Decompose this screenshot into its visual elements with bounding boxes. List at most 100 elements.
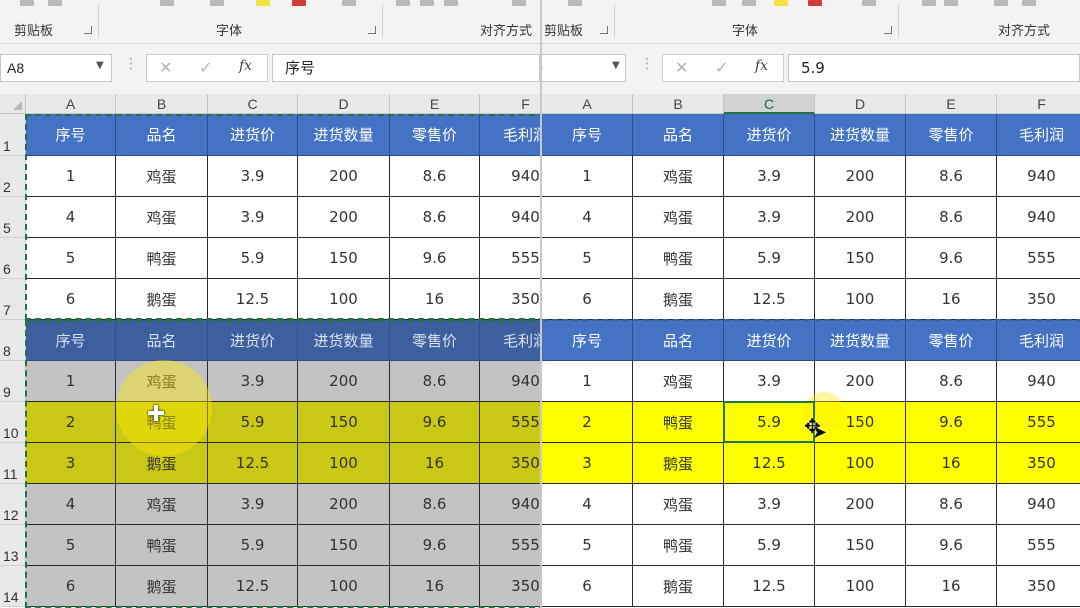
table-cell[interactable]: 16 bbox=[906, 279, 997, 320]
table-cell[interactable]: 6 bbox=[26, 279, 116, 320]
column-header-B[interactable]: B bbox=[116, 94, 208, 114]
table-cell[interactable]: 1 bbox=[26, 156, 116, 197]
table-cell[interactable]: 9.6 bbox=[390, 525, 480, 566]
font-launcher-icon[interactable] bbox=[884, 26, 892, 34]
header-cell[interactable]: 零售价 bbox=[906, 114, 997, 156]
indent-icon[interactable] bbox=[1022, 0, 1036, 6]
table-cell[interactable]: 1 bbox=[26, 361, 116, 402]
table-cell[interactable]: 940 bbox=[997, 484, 1080, 525]
table-cell[interactable]: 4 bbox=[542, 484, 633, 525]
table-cell[interactable]: 3.9 bbox=[724, 484, 815, 525]
table-cell[interactable]: 鸭蛋 bbox=[633, 525, 724, 566]
fill-color-icon[interactable] bbox=[774, 0, 788, 6]
font-color-icon[interactable] bbox=[808, 0, 822, 6]
table-cell[interactable]: 200 bbox=[298, 484, 390, 525]
table-cell[interactable]: 鸭蛋 bbox=[633, 238, 724, 279]
table-cell[interactable]: 12.5 bbox=[208, 443, 298, 484]
fx-icon[interactable]: fx bbox=[239, 58, 252, 74]
indent-icon[interactable] bbox=[512, 0, 526, 6]
header-cell[interactable]: 序号 bbox=[542, 114, 633, 156]
table-cell[interactable]: 5 bbox=[542, 238, 633, 279]
table-cell[interactable]: 5 bbox=[26, 525, 116, 566]
row-header[interactable]: 8 bbox=[0, 320, 26, 361]
table-cell[interactable]: 3.9 bbox=[208, 197, 298, 238]
table-cell[interactable]: 鸡蛋 bbox=[116, 197, 208, 238]
table-cell[interactable]: 6 bbox=[542, 566, 633, 607]
table-cell[interactable]: 1 bbox=[542, 361, 633, 402]
header-cell[interactable]: 毛利润 bbox=[997, 320, 1080, 361]
table-cell[interactable]: 6 bbox=[26, 566, 116, 607]
column-header-F[interactable]: F bbox=[997, 94, 1080, 114]
formula-input[interactable]: 5.9 bbox=[788, 54, 1080, 82]
table-cell[interactable]: 940 bbox=[997, 361, 1080, 402]
font-more-icon[interactable] bbox=[342, 0, 356, 6]
table-cell[interactable]: 350 bbox=[480, 279, 540, 320]
row-header[interactable]: 9 bbox=[0, 361, 26, 402]
table-cell[interactable]: 8.6 bbox=[390, 197, 480, 238]
table-cell[interactable]: 12.5 bbox=[724, 279, 815, 320]
table-cell[interactable]: 5.9 bbox=[208, 525, 298, 566]
column-header-E[interactable]: E bbox=[906, 94, 997, 114]
border-dropdown-icon[interactable] bbox=[742, 0, 756, 6]
table-cell[interactable]: 鸡蛋 bbox=[633, 484, 724, 525]
table-cell[interactable]: 鸡蛋 bbox=[116, 361, 208, 402]
table-cell[interactable]: 200 bbox=[298, 197, 390, 238]
border-icon[interactable] bbox=[712, 0, 726, 6]
fx-icon[interactable]: fx bbox=[755, 58, 768, 74]
table-cell[interactable]: 940 bbox=[480, 156, 540, 197]
check-icon[interactable]: ✓ bbox=[715, 58, 728, 77]
row-header[interactable]: 7 bbox=[0, 279, 26, 320]
table-cell[interactable]: 200 bbox=[815, 484, 906, 525]
table-cell[interactable]: 100 bbox=[815, 279, 906, 320]
column-header-E[interactable]: E bbox=[390, 94, 480, 114]
table-cell[interactable]: 100 bbox=[298, 279, 390, 320]
table-cell[interactable]: 12.5 bbox=[208, 566, 298, 607]
table-cell[interactable]: 350 bbox=[480, 443, 540, 484]
chevron-down-icon[interactable]: ▼ bbox=[96, 60, 104, 71]
align-left-icon[interactable] bbox=[396, 0, 410, 6]
table-cell[interactable]: 150 bbox=[298, 525, 390, 566]
table-cell[interactable]: 940 bbox=[480, 361, 540, 402]
select-all-corner[interactable] bbox=[0, 94, 26, 114]
column-header-C[interactable]: C bbox=[724, 94, 815, 114]
table-cell[interactable]: 350 bbox=[997, 443, 1080, 484]
border-dropdown-icon[interactable] bbox=[210, 0, 224, 6]
font-more-icon[interactable] bbox=[862, 0, 876, 6]
table-cell[interactable]: 3 bbox=[26, 443, 116, 484]
header-cell[interactable]: 毛利润 bbox=[480, 320, 540, 361]
table-cell[interactable]: 100 bbox=[298, 443, 390, 484]
table-cell[interactable]: 12.5 bbox=[724, 566, 815, 607]
header-cell[interactable]: 进货价 bbox=[724, 114, 815, 156]
table-cell[interactable]: 8.6 bbox=[390, 484, 480, 525]
table-cell[interactable]: 9.6 bbox=[390, 402, 480, 443]
column-header-A[interactable]: A bbox=[542, 94, 633, 114]
row-header[interactable]: 6 bbox=[0, 238, 26, 279]
header-cell[interactable]: 品名 bbox=[633, 114, 724, 156]
table-cell[interactable]: 100 bbox=[815, 443, 906, 484]
table-cell[interactable]: 16 bbox=[906, 443, 997, 484]
table-cell[interactable]: 150 bbox=[298, 402, 390, 443]
close-icon[interactable]: ✕ bbox=[159, 58, 172, 77]
table-cell[interactable]: 350 bbox=[480, 566, 540, 607]
table-cell[interactable]: 2 bbox=[542, 402, 633, 443]
table-cell[interactable]: 鸭蛋 bbox=[116, 238, 208, 279]
table-cell[interactable]: 鸭蛋 bbox=[116, 525, 208, 566]
table-cell[interactable]: 350 bbox=[997, 279, 1080, 320]
column-header-A[interactable]: A bbox=[26, 94, 116, 114]
table-cell[interactable]: 16 bbox=[390, 279, 480, 320]
chevron-down-icon[interactable]: ▼ bbox=[612, 60, 620, 71]
table-cell[interactable]: 鸡蛋 bbox=[633, 197, 724, 238]
table-cell[interactable]: 鹅蛋 bbox=[116, 566, 208, 607]
align-center-icon[interactable] bbox=[420, 0, 434, 6]
table-cell[interactable]: 555 bbox=[480, 402, 540, 443]
table-cell[interactable]: 鸡蛋 bbox=[116, 484, 208, 525]
table-cell[interactable]: 3.9 bbox=[724, 361, 815, 402]
table-cell[interactable]: 350 bbox=[997, 566, 1080, 607]
table-cell[interactable]: 16 bbox=[390, 566, 480, 607]
table-cell[interactable]: 鸭蛋 bbox=[633, 402, 724, 443]
align-right-icon[interactable] bbox=[994, 0, 1008, 6]
table-cell[interactable]: 940 bbox=[997, 156, 1080, 197]
table-cell[interactable]: 1 bbox=[542, 156, 633, 197]
table-cell[interactable]: 100 bbox=[815, 566, 906, 607]
table-cell[interactable]: 9.6 bbox=[906, 402, 997, 443]
